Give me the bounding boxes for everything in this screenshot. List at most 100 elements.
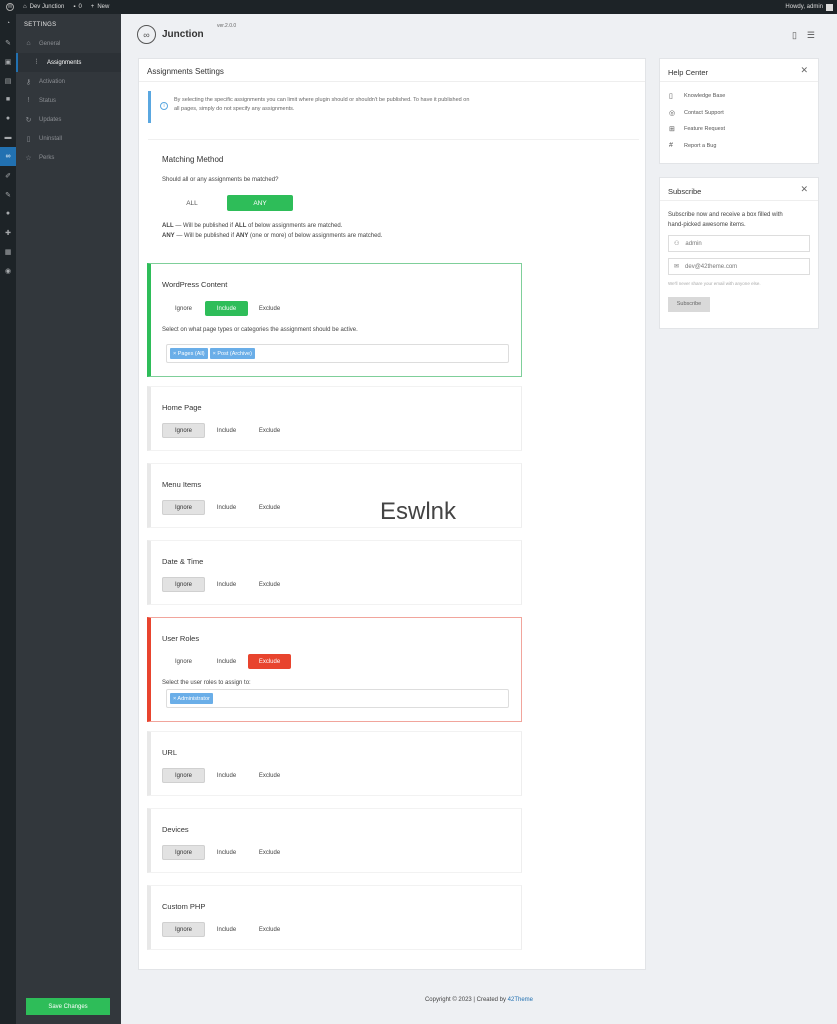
sidebar-item-label: Uninstall	[39, 135, 63, 142]
desc-all-key: ALL	[162, 223, 174, 229]
exclude-option[interactable]: Exclude	[248, 768, 291, 783]
lifebuoy-icon: ◎	[669, 109, 676, 117]
section-custom-php: Custom PHP Ignore Include Exclude	[147, 885, 522, 950]
exclude-option[interactable]: Exclude	[248, 423, 291, 438]
save-changes-button[interactable]: Save Changes	[26, 998, 110, 1015]
help-item-contact-support[interactable]: ◎ Contact Support	[660, 105, 818, 122]
ignore-option[interactable]: Ignore	[162, 922, 205, 937]
howdy-link[interactable]: Howdy, admin	[785, 4, 823, 10]
help-list: ▯ Knowledge Base ◎ Contact Support ⊞ Featur…	[660, 82, 818, 154]
list-icon[interactable]: ☰	[807, 30, 815, 41]
sidebar-item-uninstall[interactable]: ▯ Uninstall	[16, 129, 121, 148]
comments-count[interactable]: 0	[78, 4, 81, 10]
star-icon: ☆	[25, 154, 32, 162]
dashboard-icon[interactable]: ◔	[0, 14, 16, 33]
match-all-option[interactable]: ALL	[177, 195, 207, 211]
sidebar-item-general[interactable]: ⌂ General	[16, 34, 121, 53]
footer-text: Copyright © 2023 | Created by	[424, 997, 508, 1003]
sidebar-item-updates[interactable]: ↻ Updates	[16, 110, 121, 129]
envelope-icon: ✉	[674, 264, 680, 270]
subscribe-text-line1: Subscribe now and receive a box filled w…	[668, 212, 783, 218]
exclude-option[interactable]: Exclude	[248, 301, 291, 316]
include-option[interactable]: Include	[205, 654, 248, 669]
subscribe-button[interactable]: Subscribe	[668, 296, 710, 312]
help-item-knowledge-base[interactable]: ▯ Knowledge Base	[660, 88, 818, 105]
ignore-option[interactable]: Ignore	[162, 500, 205, 515]
close-icon[interactable]: ✕	[800, 65, 808, 76]
settings-icon[interactable]: ▦	[0, 242, 16, 261]
tag-post-archive[interactable]: × Post (Archive)	[209, 348, 255, 359]
include-option[interactable]: Include	[205, 768, 248, 783]
include-option[interactable]: Include	[205, 500, 248, 515]
desc-any-a: — Will be published if	[174, 233, 236, 239]
ignore-option[interactable]: Ignore	[162, 423, 205, 438]
subscribe-card: Subscribe ✕ Subscribe now and receive a …	[659, 177, 819, 329]
folder-icon[interactable]: ▬	[0, 128, 16, 147]
name-field[interactable]: ⚇ admin	[668, 235, 810, 252]
help-item-report-bug[interactable]: # Report a Bug	[660, 138, 818, 155]
pin-icon[interactable]: ✎	[0, 33, 16, 52]
mode-selector: Ignore Include Exclude	[162, 922, 291, 937]
exclude-option[interactable]: Exclude	[248, 500, 291, 515]
content-select[interactable]: × Pages (All) × Post (Archive)	[166, 344, 509, 363]
collapse-icon[interactable]: ◉	[0, 261, 16, 280]
sidebar-item-assignments[interactable]: ⫶ Assignments	[16, 53, 121, 72]
include-option[interactable]: Include	[205, 845, 248, 860]
gear-circle-icon[interactable]: ●	[0, 109, 16, 128]
sidebar-item-label: Updates	[39, 116, 62, 123]
plugin-icon[interactable]: ✎	[0, 185, 16, 204]
site-name-link[interactable]: Dev Junction	[30, 4, 65, 10]
info-notice: i By selecting the specific assignments …	[148, 91, 639, 123]
users-icon[interactable]: ●	[0, 204, 16, 223]
wordpress-logo-icon[interactable]: W	[6, 3, 14, 11]
user-roles-select[interactable]: × Administrator	[166, 689, 509, 708]
comments-menu-icon[interactable]: ■	[0, 90, 16, 109]
exclude-option[interactable]: Exclude	[248, 845, 291, 860]
include-option[interactable]: Include	[205, 423, 248, 438]
junction-link-icon[interactable]: ∞	[0, 147, 16, 166]
matching-method-title: Matching Method	[162, 155, 224, 164]
exclude-option[interactable]: Exclude	[248, 577, 291, 592]
section-title: Date & Time	[162, 557, 204, 566]
media-icon[interactable]: ▣	[0, 52, 16, 71]
subscribe-title-text: Subscribe	[668, 187, 702, 196]
tools-icon[interactable]: ✚	[0, 223, 16, 242]
ignore-option[interactable]: Ignore	[162, 577, 205, 592]
sidebar-item-perks[interactable]: ☆ Perks	[16, 148, 121, 167]
new-link[interactable]: New	[97, 4, 109, 10]
sliders-icon: ⫶	[35, 58, 38, 66]
help-item-feature-request[interactable]: ⊞ Feature Request	[660, 121, 818, 138]
pages-icon[interactable]: ▤	[0, 71, 16, 90]
avatar[interactable]	[826, 3, 833, 11]
mode-selector: Ignore Include Exclude	[162, 423, 291, 438]
email-field[interactable]: ✉ dev@42theme.com	[668, 258, 810, 275]
help-item-label: Knowledge Base	[684, 93, 726, 100]
sidebar-item-status[interactable]: ǃ Status	[16, 91, 121, 110]
tag-administrator[interactable]: × Administrator	[170, 693, 213, 704]
tag-pages-all[interactable]: × Pages (All)	[170, 348, 208, 359]
close-icon[interactable]: ✕	[800, 184, 808, 195]
footer-link[interactable]: 42Theme	[508, 997, 533, 1003]
comments-icon[interactable]: ▪	[73, 4, 75, 10]
include-option[interactable]: Include	[205, 577, 248, 592]
thermometer-icon: ǃ	[27, 97, 30, 104]
info-text-line1: By selecting the specific assignments yo…	[174, 97, 470, 103]
exclude-option[interactable]: Exclude	[248, 654, 291, 669]
plus-square-icon: ⊞	[669, 126, 675, 134]
ignore-option[interactable]: Ignore	[162, 845, 205, 860]
divider	[148, 139, 639, 140]
key-icon: ⚷	[25, 78, 32, 86]
match-any-option[interactable]: ANY	[227, 195, 293, 211]
sidebar-item-activation[interactable]: ⚷ Activation	[16, 72, 121, 91]
junction-logo-icon: ∞	[137, 25, 156, 44]
include-option[interactable]: Include	[205, 301, 248, 316]
exclude-option[interactable]: Exclude	[248, 922, 291, 937]
help-item-label: Report a Bug	[684, 142, 717, 149]
ignore-option[interactable]: Ignore	[162, 301, 205, 316]
ignore-option[interactable]: Ignore	[162, 768, 205, 783]
ignore-option[interactable]: Ignore	[162, 654, 205, 669]
include-option[interactable]: Include	[205, 922, 248, 937]
section-title: User Roles	[162, 634, 200, 643]
brush-icon[interactable]: ✐	[0, 166, 16, 185]
document-icon[interactable]: ▯	[792, 30, 797, 41]
